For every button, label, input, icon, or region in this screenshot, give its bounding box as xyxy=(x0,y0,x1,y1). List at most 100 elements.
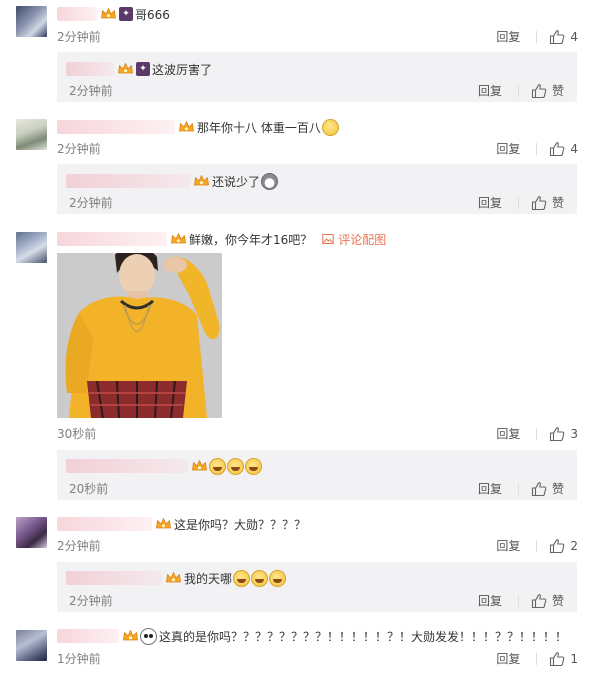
sub-reply: 我的天哪 2分钟前 回复 赞 xyxy=(57,562,577,612)
like-label: 赞 xyxy=(551,594,564,608)
sub-reply: 20秒前 回复 赞 xyxy=(57,450,577,500)
reply-time: 2分钟前 xyxy=(69,196,113,210)
reply-button[interactable]: 回复 xyxy=(478,82,502,99)
divider xyxy=(517,196,519,209)
thumbs-up-icon xyxy=(549,141,565,157)
avatar[interactable] xyxy=(16,630,47,661)
comment-time: 2分钟前 xyxy=(57,142,101,156)
username[interactable] xyxy=(57,7,97,21)
reply-line: 还说少了 xyxy=(66,172,279,190)
like-button[interactable]: 赞 xyxy=(531,82,564,99)
sub-reply: 还说少了 2分钟前 回复 赞 xyxy=(57,164,577,214)
reply-button[interactable]: 回复 xyxy=(496,425,520,442)
like-button[interactable]: 赞 xyxy=(531,592,564,609)
laugh-cry-emoji-icon xyxy=(209,457,226,475)
comment-actions: 回复 3 xyxy=(496,425,578,442)
vip-crown-icon xyxy=(178,120,195,134)
divider xyxy=(536,652,538,665)
vip-crown-icon xyxy=(193,174,210,188)
reply-button[interactable]: 回复 xyxy=(478,480,502,497)
like-label: 赞 xyxy=(551,84,564,98)
avatar[interactable] xyxy=(16,6,47,37)
username[interactable] xyxy=(66,174,190,188)
comment-text: 哥666 xyxy=(135,7,170,22)
vip-crown-icon xyxy=(165,571,182,585)
comment-text: 鲜嫩，你今年才16吧？ xyxy=(189,232,313,247)
like-button[interactable]: 2 xyxy=(549,538,578,554)
picture-icon xyxy=(322,233,334,245)
vip-crown-icon xyxy=(191,459,208,473)
thumbs-up-icon xyxy=(549,29,565,45)
fan-badge-icon: ✦ xyxy=(119,7,133,21)
divider xyxy=(517,482,519,495)
laugh-cry-emoji-icon xyxy=(269,569,287,587)
like-button[interactable]: 4 xyxy=(549,29,578,45)
reply-text: 这波厉害了 xyxy=(152,62,213,77)
like-button[interactable]: 1 xyxy=(549,651,578,667)
like-count: 4 xyxy=(570,141,578,156)
like-button[interactable]: 赞 xyxy=(531,480,564,497)
laugh-cry-emoji-icon xyxy=(227,457,244,475)
reply-actions: 回复 赞 xyxy=(478,82,564,99)
divider xyxy=(517,594,519,607)
like-label: 赞 xyxy=(551,196,564,210)
username[interactable] xyxy=(57,629,119,643)
like-button[interactable]: 3 xyxy=(549,426,578,442)
vip-crown-icon xyxy=(122,629,139,643)
comment-text: 这是你吗？大勋？？？？ xyxy=(174,517,307,532)
reply-text: 我的天哪 xyxy=(184,571,233,586)
reply-text: 还说少了 xyxy=(212,174,261,189)
comment-actions: 回复 1 xyxy=(496,650,578,667)
like-count: 3 xyxy=(570,426,578,441)
divider xyxy=(536,539,538,552)
comment-time: 30秒前 xyxy=(57,427,97,441)
comment-time: 2分钟前 xyxy=(57,30,101,44)
username[interactable] xyxy=(57,120,175,134)
like-count: 4 xyxy=(570,29,578,44)
reply-button[interactable]: 回复 xyxy=(496,140,520,157)
comment-time: 1分钟前 xyxy=(57,652,101,666)
vip-crown-icon xyxy=(155,517,172,531)
reply-time: 20秒前 xyxy=(69,482,109,496)
panda-emoji-icon xyxy=(140,627,157,645)
comment-picture-label: 评论配图 xyxy=(338,232,387,247)
avatar[interactable] xyxy=(16,232,47,263)
comment-actions: 回复 2 xyxy=(496,537,578,554)
username[interactable] xyxy=(66,571,162,585)
reply-button[interactable]: 回复 xyxy=(496,537,520,554)
comment-time: 2分钟前 xyxy=(57,539,101,553)
vip-crown-icon xyxy=(100,7,117,21)
like-button[interactable]: 赞 xyxy=(531,194,564,211)
thumbs-up-icon xyxy=(549,651,565,667)
thumbs-up-icon xyxy=(531,593,547,609)
reply-actions: 回复 赞 xyxy=(478,194,564,211)
comment-line: ✦ 哥666 xyxy=(57,5,170,23)
avatar[interactable] xyxy=(16,119,47,150)
comment-line: 这是你吗？大勋？？？？ xyxy=(57,515,306,533)
thumbs-up-icon xyxy=(531,195,547,211)
like-count: 1 xyxy=(570,651,578,666)
comment-line: 这真的是你吗？？？？？？？？！！！！！？！大勋发发！！！？？！！！！ xyxy=(57,627,567,645)
divider xyxy=(536,30,538,43)
username[interactable] xyxy=(57,517,152,531)
comment-actions: 回复 4 xyxy=(496,28,578,45)
like-count: 2 xyxy=(570,538,578,553)
like-button[interactable]: 4 xyxy=(549,141,578,157)
username[interactable] xyxy=(57,232,167,246)
divider xyxy=(536,142,538,155)
laugh-cry-emoji-icon xyxy=(251,569,269,587)
reply-actions: 回复 赞 xyxy=(478,480,564,497)
reply-line: ✦ 这波厉害了 xyxy=(66,60,212,78)
laugh-cry-emoji-icon xyxy=(245,457,262,475)
reply-button[interactable]: 回复 xyxy=(496,650,520,667)
avatar[interactable] xyxy=(16,517,47,548)
comment-actions: 回复 4 xyxy=(496,140,578,157)
comment-photo[interactable] xyxy=(57,253,222,418)
reply-button[interactable]: 回复 xyxy=(478,194,502,211)
username[interactable] xyxy=(66,62,114,76)
reply-button[interactable]: 回复 xyxy=(478,592,502,609)
username[interactable] xyxy=(66,459,188,473)
reply-button[interactable]: 回复 xyxy=(496,28,520,45)
comment-picture-link[interactable]: 评论配图 xyxy=(322,231,386,248)
reply-actions: 回复 赞 xyxy=(478,592,564,609)
